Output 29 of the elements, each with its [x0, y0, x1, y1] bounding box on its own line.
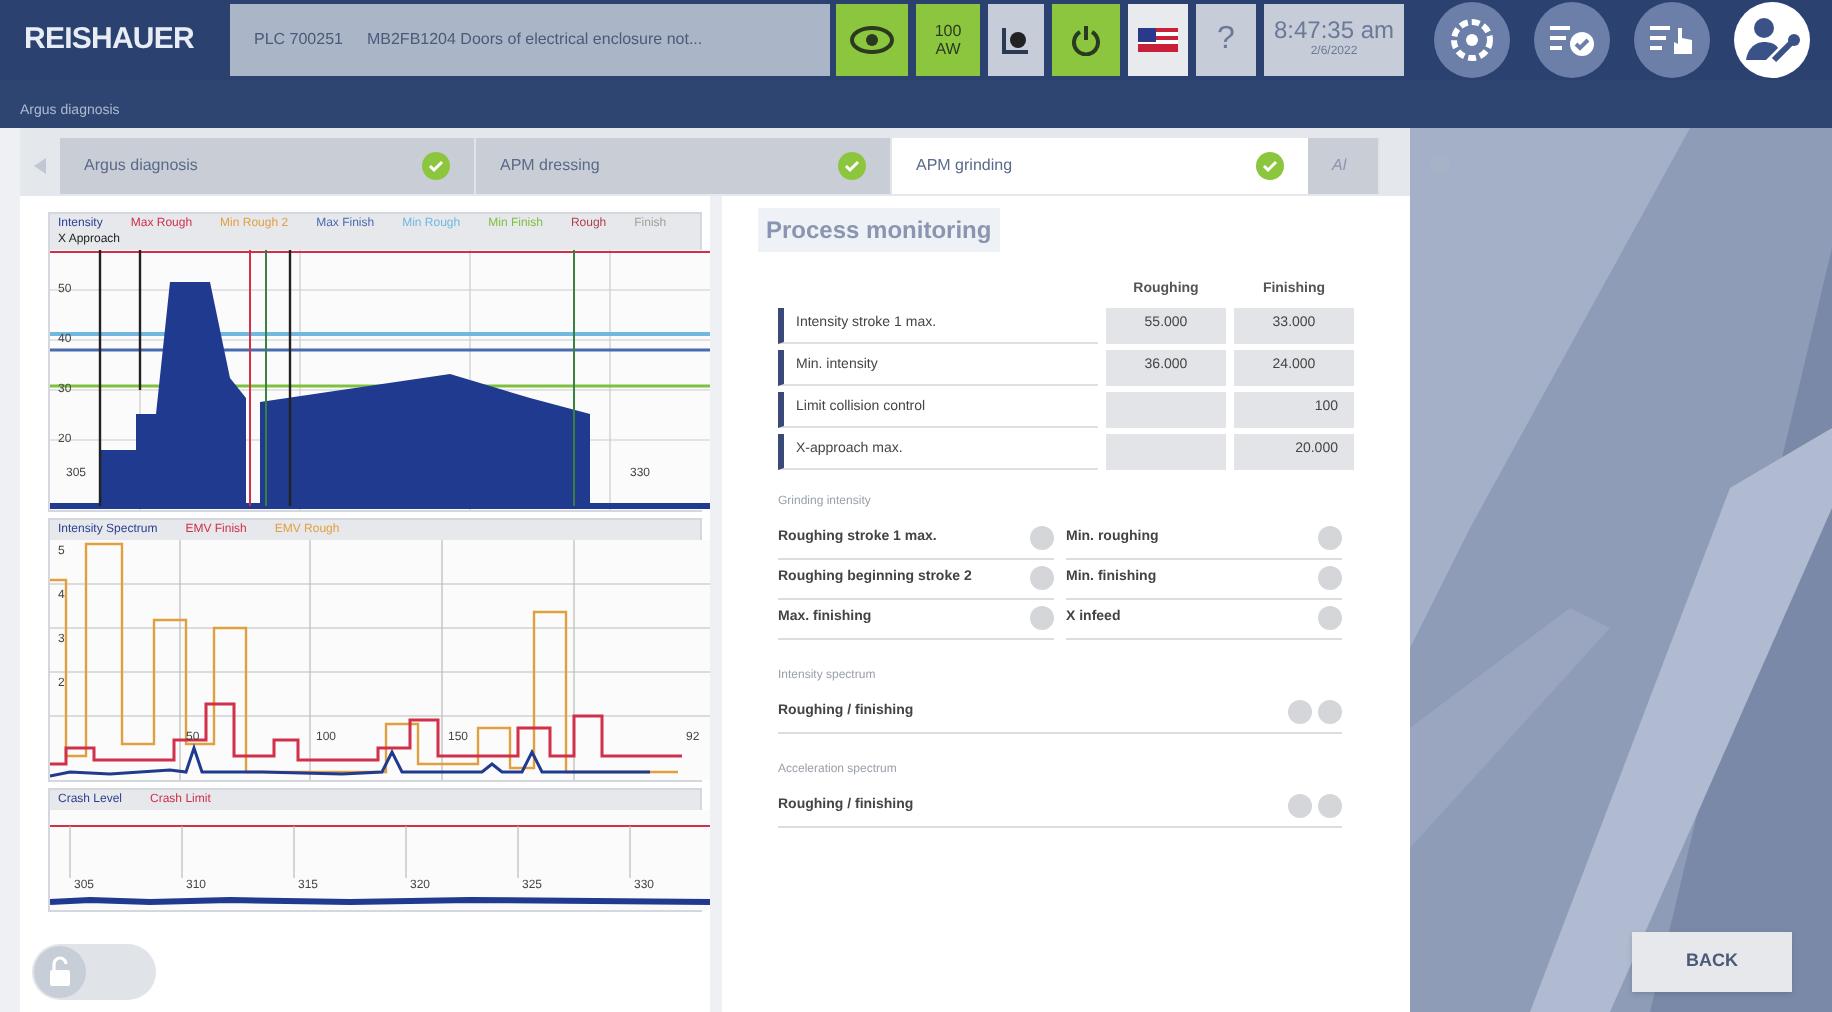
- empty-cell: [1106, 391, 1226, 427]
- tab[interactable]: Argus diagnosis: [60, 138, 476, 194]
- record-button[interactable]: [988, 4, 1044, 76]
- back-button[interactable]: BACK: [1632, 932, 1792, 992]
- list-check-icon[interactable]: [1532, 0, 1612, 80]
- language-button[interactable]: [1128, 4, 1188, 76]
- tab[interactable]: Al: [1308, 138, 1380, 194]
- section-title: Process monitoring: [758, 208, 1000, 252]
- help-button[interactable]: ?: [1196, 4, 1256, 76]
- empty-cell: [1106, 433, 1226, 469]
- user-wrench-icon[interactable]: [1732, 0, 1812, 80]
- message-bar[interactable]: PLC 700251 MB2FB1204 Doors of electrical enclosure not...: [230, 4, 830, 76]
- view-button[interactable]: [836, 4, 908, 76]
- gear-icon[interactable]: [1432, 0, 1512, 80]
- logo: REISHAUER: [24, 22, 194, 56]
- message-text: MB2FB1204 Doors of electrical enclosure not...: [366, 28, 703, 52]
- power-button[interactable]: [1052, 4, 1120, 76]
- tab[interactable]: APM grinding: [892, 138, 1308, 194]
- tab[interactable]: APM dressing: [476, 138, 892, 194]
- clock-time: 8:47:35 am: [1273, 18, 1395, 44]
- plc-label: PLC 700251: [254, 28, 343, 52]
- power-icon: [1070, 24, 1102, 56]
- list-hand-icon[interactable]: [1632, 0, 1712, 80]
- record-icon: [1000, 24, 1032, 56]
- flag-icon: [1138, 28, 1178, 52]
- counter-button[interactable]: 100 AW: [916, 4, 980, 76]
- lock-toggle[interactable]: [32, 944, 156, 1000]
- lock-icon: [32, 944, 88, 1000]
- eye-icon: [850, 26, 894, 54]
